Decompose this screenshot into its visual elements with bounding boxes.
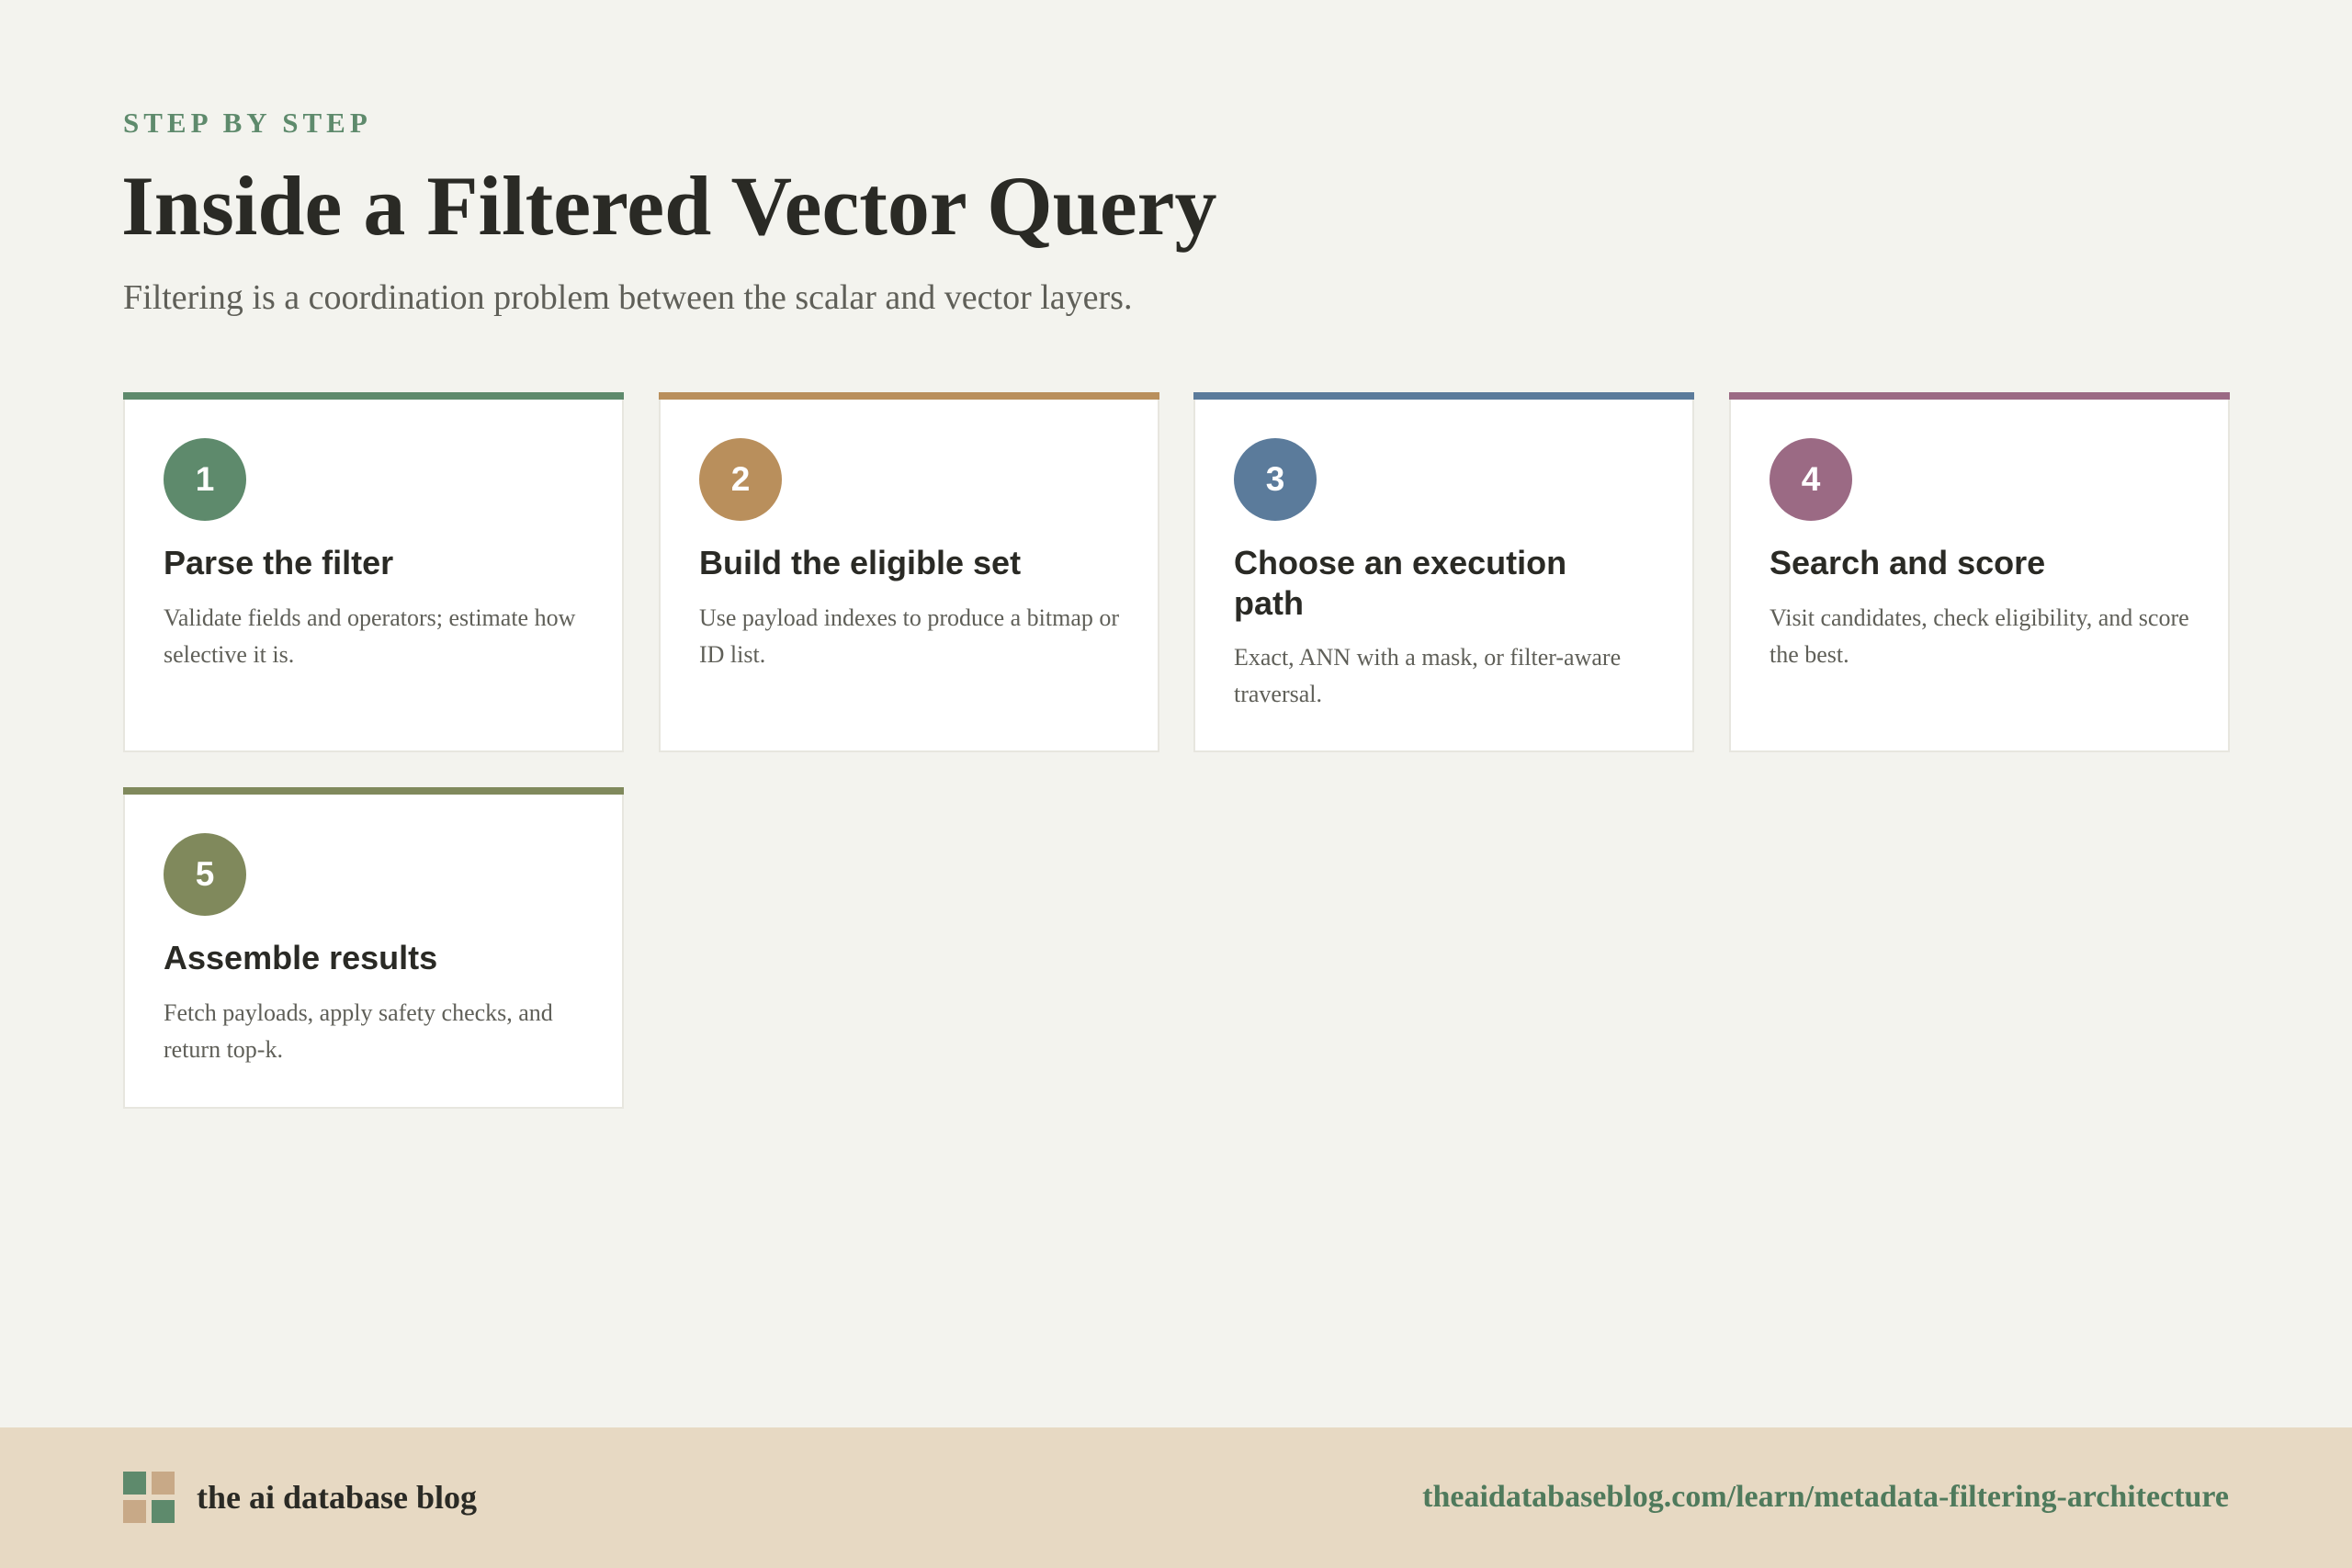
step-description: Validate fields and operators; estimate … [164,604,576,668]
step-title: Parse the filter [164,544,394,581]
footer: the ai database blog theaidatabaseblog.c… [0,1427,2352,1568]
step-number-badge: 2 [699,438,782,521]
page-subtitle: Filtering is a coordination problem betw… [123,278,1133,317]
step-card-1: 1 Parse the filter Validate fields and o… [123,392,624,752]
source-url: theaidatabaseblog.com/learn/metadata-fil… [1422,1480,2229,1514]
step-title: Build the eligible set [699,544,1022,581]
eyebrow-label: STEP BY STEP [123,107,372,139]
step-number-badge: 5 [164,833,246,916]
logo-square [152,1500,175,1523]
step-title: Choose an execution path [1234,544,1567,622]
step-card-2: 2 Build the eligible set Use payload ind… [659,392,1159,752]
step-description: Fetch payloads, apply safety checks, and… [164,999,553,1063]
step-accent-bar [1193,392,1694,400]
step-description: Exact, ANN with a mask, or filter-aware … [1234,644,1622,707]
step-accent-bar [659,392,1159,400]
step-accent-bar [123,787,624,795]
logo-square [123,1472,146,1495]
step-title: Assemble results [164,939,438,976]
step-description: Use payload indexes to produce a bitmap … [699,604,1120,668]
step-title: Search and score [1770,544,2046,581]
page-title: Inside a Filtered Vector Query [121,159,1217,253]
step-number-badge: 4 [1770,438,1852,521]
logo-square [123,1500,146,1523]
logo-square [152,1472,175,1495]
step-card-3: 3 Choose an execution path Exact, ANN wi… [1193,392,1694,752]
step-card-4: 4 Search and score Visit candidates, che… [1729,392,2230,752]
step-description: Visit candidates, check eligibility, and… [1770,604,2189,668]
step-number-badge: 1 [164,438,246,521]
logo-icon [123,1472,175,1523]
brand-name: the ai database blog [197,1479,478,1516]
step-accent-bar [123,392,624,400]
step-number-badge: 3 [1234,438,1317,521]
step-accent-bar [1729,392,2230,400]
step-card-5: 5 Assemble results Fetch payloads, apply… [123,787,624,1109]
